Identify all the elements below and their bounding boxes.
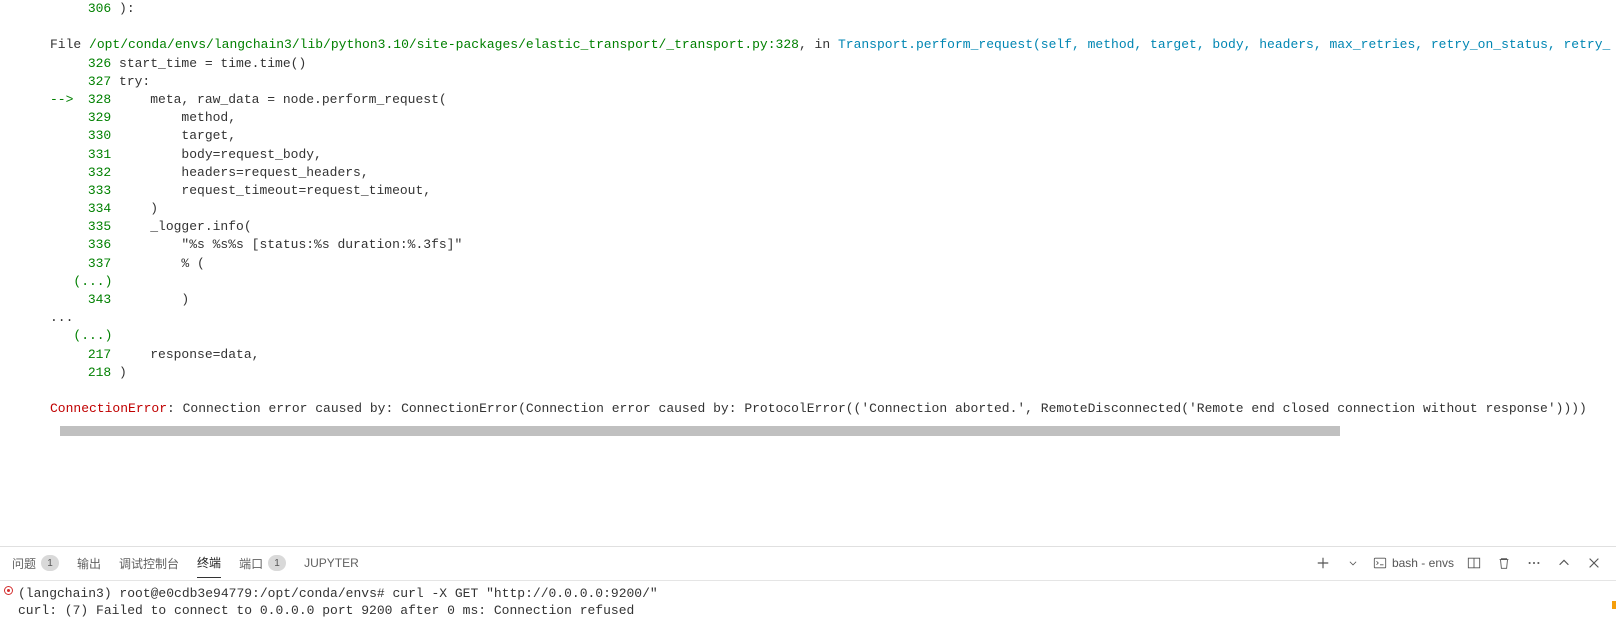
tab-label: 输出 [77, 555, 101, 572]
terminal-selector[interactable]: bash - envs [1373, 556, 1454, 570]
terminal-prompt-line: (langchain3) root@e0cdb3e94779:/opt/cond… [18, 585, 1604, 603]
traceback-line: 331 body=request_body, [50, 146, 1616, 164]
tab-label: 问题 [12, 555, 36, 572]
problems-badge: 1 [41, 555, 59, 571]
trash-icon [1497, 556, 1511, 570]
traceback-line: 327 try: [50, 73, 1616, 91]
tab-label: 端口 [239, 555, 263, 572]
chevron-up-icon [1557, 556, 1571, 570]
traceback-blank [50, 18, 1616, 36]
close-icon [1587, 556, 1601, 570]
scrollbar-marker [1612, 601, 1616, 609]
traceback-file-line: File /opt/conda/envs/langchain3/lib/pyth… [50, 36, 1616, 54]
kill-terminal-button[interactable] [1494, 553, 1514, 573]
terminal-output-line: curl: (7) Failed to connect to 0.0.0.0 p… [18, 602, 1604, 620]
tab-terminal[interactable]: 终端 [197, 548, 221, 578]
tab-problems[interactable]: 问题 1 [12, 549, 59, 578]
ellipsis-icon [1527, 556, 1541, 570]
panel-actions: bash - envs [1313, 553, 1604, 573]
split-terminal-button[interactable] [1464, 553, 1484, 573]
notebook-output[interactable]: 306 ): File /opt/conda/envs/langchain3/l… [0, 0, 1616, 506]
tab-label: JUPYTER [304, 556, 359, 570]
more-actions-button[interactable] [1524, 553, 1544, 573]
traceback-line: 337 % ( [50, 255, 1616, 273]
traceback-line: 333 request_timeout=request_timeout, [50, 182, 1616, 200]
traceback-dots: ... [50, 309, 1616, 327]
traceback-line-current: --> 328 meta, raw_data = node.perform_re… [50, 91, 1616, 109]
split-icon [1467, 556, 1481, 570]
traceback-line: 332 headers=request_headers, [50, 164, 1616, 182]
traceback-line: 326 start_time = time.time() [50, 55, 1616, 73]
traceback-ellipsis: (...) [50, 327, 1616, 345]
traceback-line: 330 target, [50, 127, 1616, 145]
terminal-icon [1373, 556, 1387, 570]
gutter-error-icon [4, 586, 13, 595]
traceback-line: 343 ) [50, 291, 1616, 309]
tab-debug-console[interactable]: 调试控制台 [119, 549, 179, 578]
maximize-panel-button[interactable] [1554, 553, 1574, 573]
panel-tabs: 问题 1 输出 调试控制台 终端 端口 1 JUPYTER bash - env… [0, 547, 1616, 581]
traceback-line: 334 ) [50, 200, 1616, 218]
traceback-line: 217 response=data, [50, 346, 1616, 364]
terminal-viewport[interactable]: (langchain3) root@e0cdb3e94779:/opt/cond… [0, 581, 1616, 624]
error-line: ConnectionError: Connection error caused… [50, 400, 1616, 418]
new-terminal-button[interactable] [1313, 553, 1333, 573]
traceback-line: 335 _logger.info( [50, 218, 1616, 236]
traceback-blank [50, 382, 1616, 400]
traceback-line: 306 ): [50, 0, 1616, 18]
tab-output[interactable]: 输出 [77, 549, 101, 578]
ports-badge: 1 [268, 555, 286, 571]
terminal-name: bash - envs [1392, 556, 1454, 570]
traceback-ellipsis: (...) [50, 273, 1616, 291]
traceback-line: 336 "%s %s%s [status:%s duration:%.3fs]" [50, 236, 1616, 254]
traceback-line: 329 method, [50, 109, 1616, 127]
tab-jupyter[interactable]: JUPYTER [304, 550, 359, 576]
chevron-down-icon [1348, 558, 1358, 568]
tab-label: 调试控制台 [119, 555, 179, 572]
tab-label: 终端 [197, 554, 221, 571]
tab-ports[interactable]: 端口 1 [239, 549, 286, 578]
horizontal-scrollbar[interactable] [60, 426, 1340, 436]
close-panel-button[interactable] [1584, 553, 1604, 573]
terminal-dropdown-button[interactable] [1343, 553, 1363, 573]
plus-icon [1316, 556, 1330, 570]
traceback-line: 218 ) [50, 364, 1616, 382]
